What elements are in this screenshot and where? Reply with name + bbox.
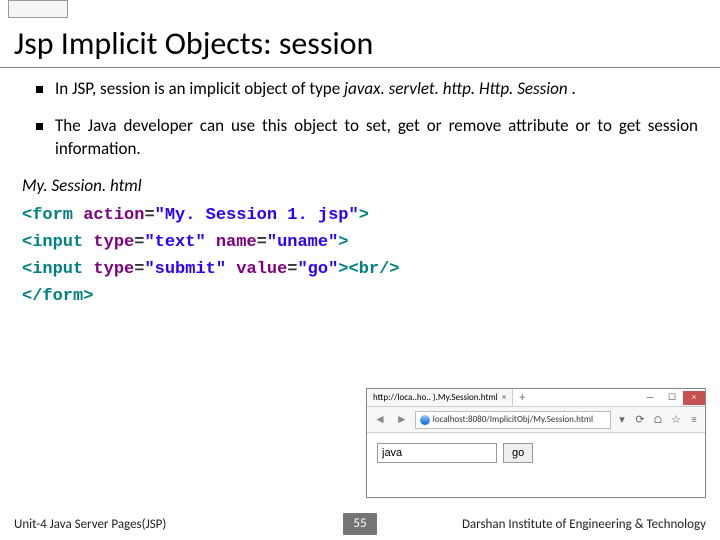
minimize-icon[interactable]: — [639, 391, 661, 405]
browser-page: go [367, 433, 705, 473]
maximize-icon[interactable]: ☐ [661, 391, 683, 405]
page-number: 55 [343, 513, 377, 535]
bullet-square-icon [36, 123, 43, 130]
footer-left: Unit-4 Java Server Pages(JSP) [0, 517, 166, 532]
uname-input[interactable] [377, 443, 497, 463]
forward-icon[interactable]: ► [393, 412, 411, 427]
home-icon[interactable]: ⌂ [651, 413, 665, 426]
bullet-2-text: The Java developer can use this object t… [55, 115, 698, 161]
url-text: localhost:8080/ImplicitObj/My.Session.ht… [433, 414, 593, 425]
close-icon[interactable]: × [683, 391, 705, 405]
bullet-1-pre: In JSP, session is an implicit object of… [55, 78, 344, 99]
go-button[interactable]: go [503, 443, 533, 463]
footer: Unit-4 Java Server Pages(JSP) 55 Darshan… [0, 508, 720, 540]
bullet-1-code: javax. servlet. http. Http. Session [344, 78, 568, 99]
content-area: In JSP, session is an implicit object of… [0, 68, 720, 161]
code-line-3: <input type="submit" value="go"><br/> [22, 256, 720, 283]
code-line-2: <input type="text" name="uname"> [22, 229, 720, 256]
reload-icon[interactable]: ⟳ [633, 413, 647, 426]
bullet-2: The Java developer can use this object t… [36, 115, 698, 161]
slide-title: Jsp Implicit Objects: session [0, 18, 720, 68]
filename-label: My. Session. html [0, 175, 720, 196]
slide-tab [8, 0, 68, 18]
browser-tab[interactable]: http://loca..ho.. ).My.Session.html × [367, 389, 513, 406]
globe-icon [420, 415, 430, 425]
back-icon[interactable]: ◄ [371, 412, 389, 427]
code-block: <form action="My. Session 1. jsp"> <inpu… [0, 202, 720, 311]
dropdown-icon[interactable]: ▾ [615, 413, 629, 426]
browser-window: http://loca..ho.. ).My.Session.html × + … [366, 388, 706, 498]
bullet-1: In JSP, session is an implicit object of… [36, 78, 698, 101]
browser-titlebar: http://loca..ho.. ).My.Session.html × + … [367, 389, 705, 407]
code-line-4: </form> [22, 283, 720, 310]
new-tab-icon[interactable]: + [513, 391, 531, 405]
window-buttons: — ☐ × [639, 391, 705, 405]
browser-toolbar: ◄ ► localhost:8080/ImplicitObj/My.Sessio… [367, 407, 705, 433]
footer-right: Darshan Institute of Engineering & Techn… [462, 517, 720, 532]
bullet-1-post: . [568, 78, 576, 99]
code-line-1: <form action="My. Session 1. jsp"> [22, 202, 720, 229]
bullet-1-text: In JSP, session is an implicit object of… [55, 78, 698, 101]
tab-title: http://loca..ho.. ).My.Session.html [373, 392, 498, 403]
tab-close-icon[interactable]: × [502, 392, 506, 403]
url-bar[interactable]: localhost:8080/ImplicitObj/My.Session.ht… [415, 411, 611, 429]
bullet-square-icon [36, 86, 43, 93]
menu-icon[interactable]: ≡ [687, 413, 701, 426]
bookmark-icon[interactable]: ☆ [669, 413, 683, 426]
